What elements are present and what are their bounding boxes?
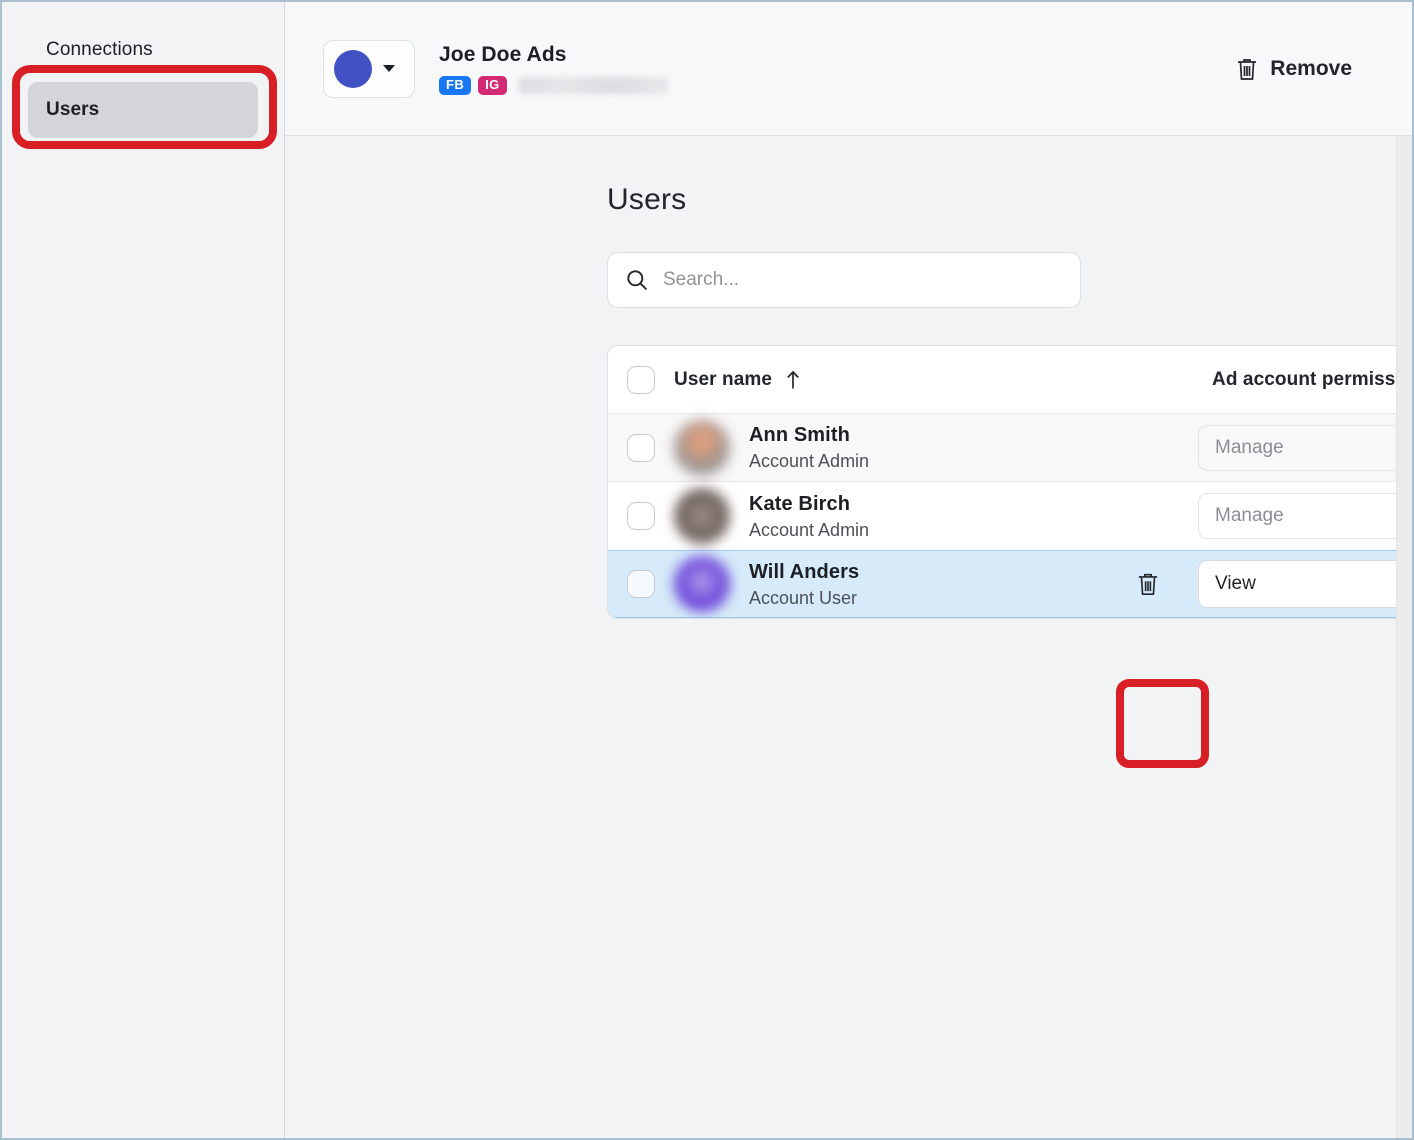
row-checkbox[interactable] xyxy=(627,434,655,462)
sidebar: Connections Users xyxy=(2,2,285,1138)
remove-button-label: Remove xyxy=(1270,57,1352,81)
permission-value: Manage xyxy=(1215,505,1284,527)
account-badges: FB IG xyxy=(439,76,669,95)
account-meta: Joe Doe Ads FB IG xyxy=(439,42,669,95)
account-bar: Joe Doe Ads FB IG xyxy=(285,2,1412,136)
page-title: Users xyxy=(607,182,1412,218)
annotation-highlight-row-delete xyxy=(1116,679,1209,768)
column-header-permission-label: Ad account permission xyxy=(1212,369,1412,391)
row-user-role: Account Admin xyxy=(749,450,869,472)
permission-field-locked: Manage xyxy=(1198,493,1412,539)
row-user-cell: Will Anders Account User xyxy=(674,556,1098,612)
account-picker[interactable] xyxy=(323,40,415,98)
row-checkbox[interactable] xyxy=(627,570,655,598)
vertical-scrollbar[interactable] xyxy=(1396,136,1412,1138)
chevron-down-icon xyxy=(383,65,395,72)
redacted-account-id xyxy=(519,77,669,94)
row-user-cell: Ann Smith Account Admin xyxy=(674,420,1098,476)
table-row[interactable]: Will Anders Account User xyxy=(608,550,1412,618)
row-permission-cell: Manage xyxy=(1198,493,1412,539)
column-header-user-name[interactable]: User name xyxy=(674,369,1102,391)
select-all-checkbox[interactable] xyxy=(627,366,655,394)
app-window: Connections Users Joe Doe Ads FB IG xyxy=(0,0,1414,1140)
avatar xyxy=(674,420,730,476)
table-header-row: User name Ad account permission xyxy=(608,346,1412,414)
select-all-cell[interactable] xyxy=(608,366,674,394)
row-user-role: Account Admin xyxy=(749,519,869,541)
sidebar-item-label: Users xyxy=(46,99,99,121)
row-user-name: Will Anders xyxy=(749,560,859,584)
row-user-role: Account User xyxy=(749,587,859,609)
permission-value: View xyxy=(1215,573,1256,595)
remove-button[interactable]: Remove xyxy=(1236,57,1374,81)
sidebar-heading: Connections xyxy=(2,32,284,68)
content-area: Users + Add user xyxy=(285,136,1412,1138)
table-row[interactable]: Ann Smith Account Admin Manage xyxy=(608,414,1412,482)
users-table: User name Ad account permission xyxy=(607,345,1412,619)
permission-field-locked: Manage xyxy=(1198,425,1412,471)
row-user-cell: Kate Birch Account Admin xyxy=(674,488,1098,544)
row-permission-cell[interactable]: View xyxy=(1198,560,1412,608)
search-input[interactable] xyxy=(663,269,1062,291)
row-select-cell[interactable] xyxy=(608,434,674,462)
row-permission-cell: Manage xyxy=(1198,425,1412,471)
avatar xyxy=(674,556,730,612)
row-user-name: Ann Smith xyxy=(749,423,869,447)
column-header-user-name-label: User name xyxy=(674,369,772,391)
row-select-cell[interactable] xyxy=(608,502,674,530)
column-header-permission: Ad account permission xyxy=(1202,369,1412,391)
avatar xyxy=(674,488,730,544)
permission-dropdown[interactable]: View xyxy=(1198,560,1412,608)
row-user-name: Kate Birch xyxy=(749,492,869,516)
badge-instagram: IG xyxy=(478,76,507,95)
arrow-up-icon xyxy=(785,370,801,390)
row-delete-button[interactable] xyxy=(1098,571,1198,597)
trash-icon xyxy=(1136,571,1160,597)
toolbar: + Add user xyxy=(607,252,1412,308)
badge-facebook: FB xyxy=(439,76,471,95)
row-select-cell[interactable] xyxy=(608,570,674,598)
permission-value: Manage xyxy=(1215,437,1284,459)
row-checkbox[interactable] xyxy=(627,502,655,530)
account-name: Joe Doe Ads xyxy=(439,42,669,68)
trash-icon xyxy=(1236,57,1258,81)
table-row[interactable]: Kate Birch Account Admin Manage xyxy=(608,482,1412,550)
search-icon xyxy=(626,269,648,291)
account-avatar xyxy=(334,50,372,88)
main-panel: Joe Doe Ads FB IG xyxy=(285,2,1412,1138)
search-box[interactable] xyxy=(607,252,1081,308)
sidebar-item-users[interactable]: Users xyxy=(28,82,258,138)
